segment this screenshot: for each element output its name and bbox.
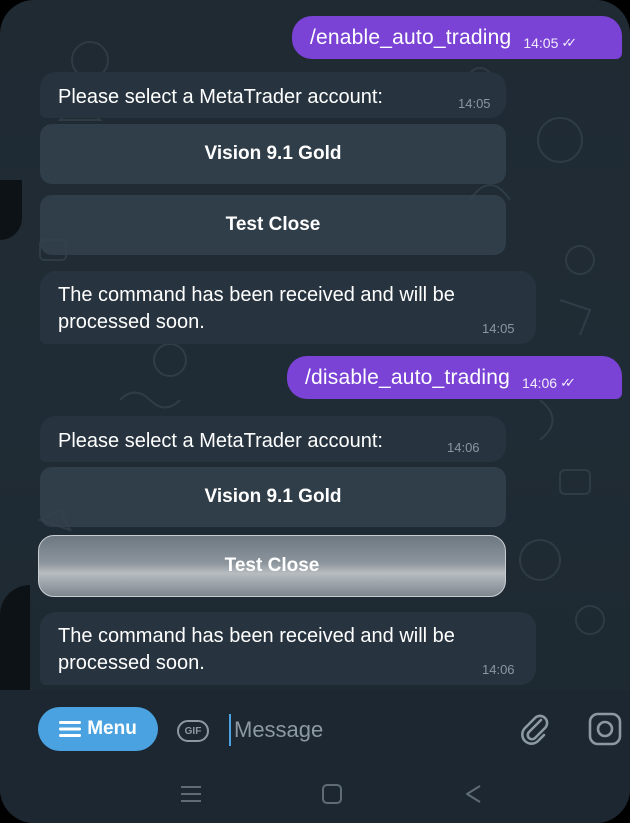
menu-button[interactable]: Menu [38, 707, 158, 751]
message-text-line-1: The command has been received and will b… [58, 625, 455, 647]
message-text: /disable_auto_trading [305, 365, 511, 389]
incoming-message[interactable]: Please select a MetaTrader account: 14:0… [40, 72, 506, 118]
inline-button-vision-gold[interactable]: Vision 9.1 Gold [40, 124, 506, 184]
camera-icon[interactable] [587, 711, 623, 747]
inline-button-test-close-pressed[interactable]: Test Close [38, 535, 506, 597]
message-input[interactable] [234, 714, 494, 746]
outgoing-message[interactable]: /enable_auto_trading 14:05 ✓✓ [292, 16, 622, 59]
text-cursor [229, 714, 231, 746]
message-meta: 14:05 ✓✓ [523, 34, 577, 51]
message-text-line-2: processed soon. [58, 311, 205, 333]
nav-home-icon[interactable] [322, 784, 342, 804]
gif-icon[interactable]: GIF [177, 720, 209, 742]
attach-paperclip-icon[interactable] [518, 712, 552, 746]
message-text: Please select a MetaTrader account: [58, 86, 383, 108]
nav-recents-icon[interactable] [181, 785, 201, 803]
system-navigation-bar [0, 766, 630, 823]
incoming-message[interactable]: The command has been received and will b… [40, 612, 536, 685]
read-double-check-icon: ✓✓ [561, 34, 577, 50]
read-double-check-icon: ✓✓ [560, 374, 576, 390]
message-time: 14:05 [523, 34, 559, 51]
outgoing-message[interactable]: /disable_auto_trading 14:06 ✓✓ [287, 356, 622, 399]
inline-button-test-close[interactable]: Test Close [40, 195, 506, 255]
nav-back-icon[interactable] [464, 784, 482, 804]
inline-button-vision-gold[interactable]: Vision 9.1 Gold [40, 467, 506, 527]
message-time: 14:06 [447, 440, 480, 455]
message-time: 14:06 [522, 374, 558, 391]
incoming-message[interactable]: Please select a MetaTrader account: 14:0… [40, 416, 506, 462]
message-time: 14:05 [458, 96, 491, 111]
message-time: 14:05 [482, 321, 515, 336]
message-time: 14:06 [482, 662, 515, 677]
incoming-message[interactable]: The command has been received and will b… [40, 271, 536, 344]
message-meta: 14:06 ✓✓ [522, 374, 576, 391]
message-input-bar: Menu GIF [0, 690, 630, 766]
message-text: Please select a MetaTrader account: [58, 430, 383, 452]
menu-hamburger-icon [59, 721, 82, 737]
phone-screen: /enable_auto_trading 14:05 ✓✓ Please sel… [0, 0, 630, 823]
message-text-line-2: processed soon. [58, 652, 205, 674]
message-text: /enable_auto_trading [310, 25, 512, 49]
chat-area[interactable]: /enable_auto_trading 14:05 ✓✓ Please sel… [0, 0, 630, 690]
menu-button-label: Menu [87, 718, 137, 739]
message-text-line-1: The command has been received and will b… [58, 284, 455, 306]
